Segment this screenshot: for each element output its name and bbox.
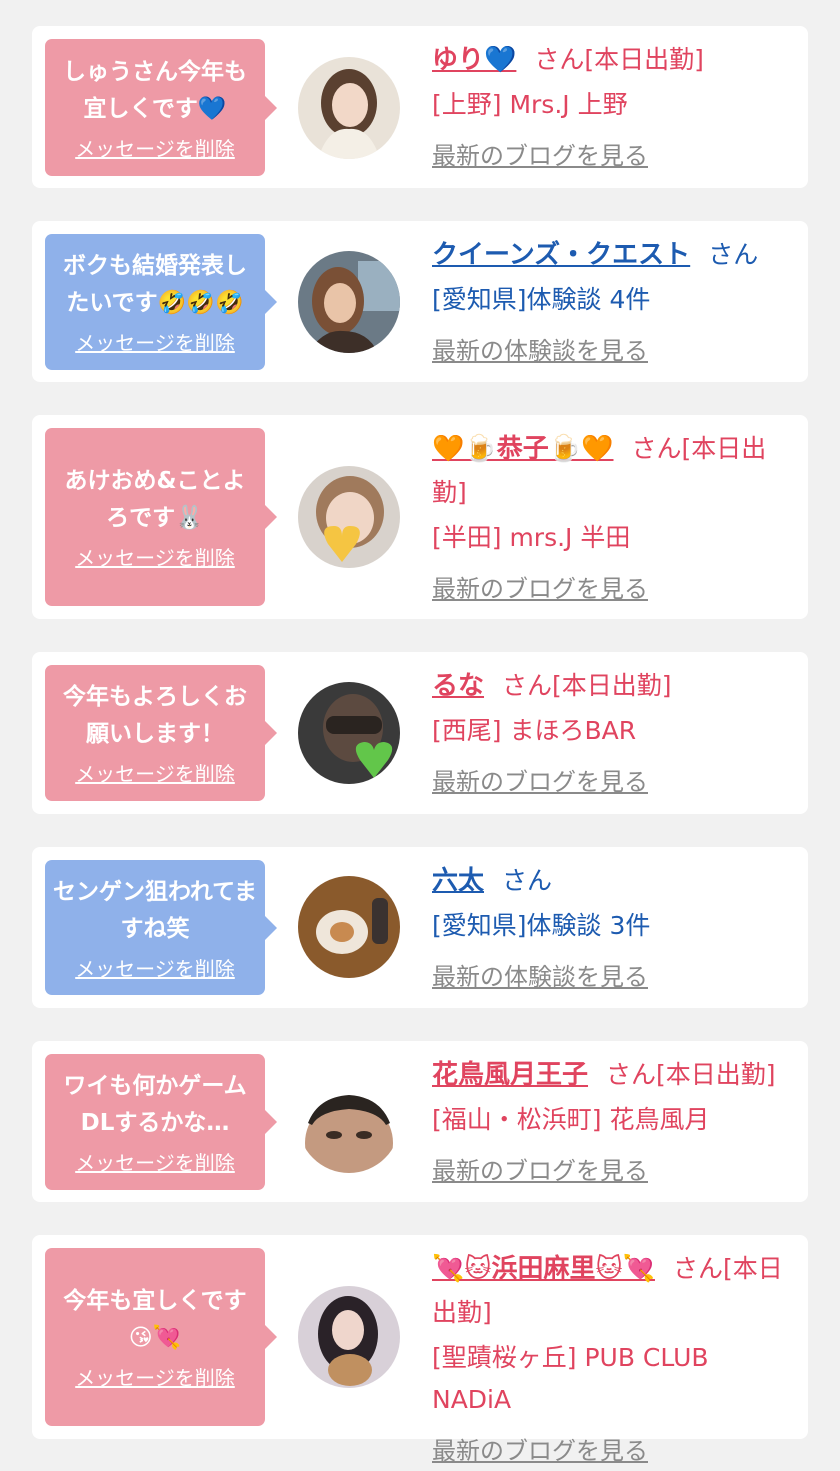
user-location: [上野] Mrs.J 上野 xyxy=(432,90,628,119)
latest-blog-link[interactable]: 最新のブログを見る xyxy=(432,569,794,609)
message-bubble: あけおめ&ことよろです🐰 メッセージを削除 xyxy=(45,428,277,606)
user-info: 💘🐱浜田麻里🐱💘 さん[本日出勤] [聖蹟桜ヶ丘] PUB CLUB NADiA … xyxy=(432,1247,794,1471)
message-text: あけおめ&ことよろです🐰 xyxy=(64,468,246,531)
latest-blog-link[interactable]: 最新のブログを見る xyxy=(432,1431,794,1471)
message-bubble: 今年もよろしくお願いします！ メッセージを削除 xyxy=(45,665,277,801)
name-suffix: さん[本日出勤] xyxy=(606,1060,776,1089)
delete-message-link[interactable]: メッセージを削除 xyxy=(75,330,235,356)
avatar[interactable] xyxy=(298,57,400,159)
user-name-link[interactable]: クイーンズ・クエスト xyxy=(432,240,690,270)
user-info: クイーンズ・クエスト さん [愛知県]体験談 4件 最新の体験談を見る xyxy=(432,233,794,371)
message-card: 今年も宜しくです😘💘 メッセージを削除 💘🐱浜田麻里🐱💘 さん[本日出勤] [聖蹟… xyxy=(32,1235,808,1465)
user-info: 🧡🍺恭子🍺🧡 さん[本日出勤] [半田] mrs.J 半田 最新のブログを見る xyxy=(432,427,794,609)
user-info: 六太 さん [愛知県]体験談 3件 最新の体験談を見る xyxy=(432,859,794,997)
message-card: あけおめ&ことよろです🐰 メッセージを削除 🧡🍺恭子🍺🧡 さん[本日出勤] [半田… xyxy=(32,415,808,619)
avatar[interactable] xyxy=(298,466,400,568)
delete-message-link[interactable]: メッセージを削除 xyxy=(75,545,235,571)
name-suffix: さん[本日出勤] xyxy=(534,45,704,74)
avatar[interactable] xyxy=(298,876,400,978)
message-list: しゅうさん今年も宜しくです💙 メッセージを削除 ゆり💙 さん[本日出勤] [上野]… xyxy=(0,0,840,1465)
user-name-link[interactable]: 💘🐱浜田麻里🐱💘 xyxy=(432,1254,655,1284)
delete-message-link[interactable]: メッセージを削除 xyxy=(75,956,235,982)
latest-blog-link[interactable]: 最新のブログを見る xyxy=(432,136,794,176)
user-location: [福山・松浜町] 花鳥風月 xyxy=(432,1105,710,1134)
message-bubble: 今年も宜しくです😘💘 メッセージを削除 xyxy=(45,1248,277,1426)
name-suffix: さん[本日出勤] xyxy=(502,671,672,700)
latest-review-link[interactable]: 最新の体験談を見る xyxy=(432,957,794,997)
message-text: ボクも結婚発表したいです🤣🤣🤣 xyxy=(63,253,247,316)
message-card: ワイも何かゲームDLするかな… メッセージを削除 花鳥風月王子 さん[本日出勤] … xyxy=(32,1041,808,1202)
delete-message-link[interactable]: メッセージを削除 xyxy=(75,136,235,162)
message-bubble: しゅうさん今年も宜しくです💙 メッセージを削除 xyxy=(45,39,277,176)
latest-review-link[interactable]: 最新の体験談を見る xyxy=(432,331,794,371)
name-suffix: さん xyxy=(708,240,759,269)
avatar[interactable] xyxy=(298,1286,400,1388)
message-bubble: ボクも結婚発表したいです🤣🤣🤣 メッセージを削除 xyxy=(45,234,277,370)
message-text: ワイも何かゲームDLするかな… xyxy=(63,1073,247,1136)
avatar[interactable] xyxy=(298,682,400,784)
message-card: ボクも結婚発表したいです🤣🤣🤣 メッセージを削除 クイーンズ・クエスト さん [愛… xyxy=(32,221,808,382)
latest-blog-link[interactable]: 最新のブログを見る xyxy=(432,1151,794,1191)
user-name-link[interactable]: 六太 xyxy=(432,866,484,896)
delete-message-link[interactable]: メッセージを削除 xyxy=(75,1150,235,1176)
user-location: [西尾] まほろBAR xyxy=(432,716,637,745)
message-card: センゲン狙われてますね笑 メッセージを削除 六太 さん [愛知県]体験談 3件 最… xyxy=(32,847,808,1008)
user-name-link[interactable]: るな xyxy=(432,671,484,701)
avatar[interactable] xyxy=(298,1071,400,1173)
message-card: 今年もよろしくお願いします！ メッセージを削除 るな さん[本日出勤] [西尾] … xyxy=(32,652,808,814)
user-location: [聖蹟桜ヶ丘] PUB CLUB NADiA xyxy=(432,1343,709,1414)
delete-message-link[interactable]: メッセージを削除 xyxy=(75,761,235,787)
message-bubble: センゲン狙われてますね笑 メッセージを削除 xyxy=(45,860,277,995)
user-name-link[interactable]: ゆり💙 xyxy=(432,45,516,75)
latest-blog-link[interactable]: 最新のブログを見る xyxy=(432,762,794,802)
user-location: [半田] mrs.J 半田 xyxy=(432,523,631,552)
message-text: 今年も宜しくです😘💘 xyxy=(63,1288,247,1351)
message-bubble: ワイも何かゲームDLするかな… メッセージを削除 xyxy=(45,1054,277,1190)
user-info: 花鳥風月王子 さん[本日出勤] [福山・松浜町] 花鳥風月 最新のブログを見る xyxy=(432,1053,794,1191)
delete-message-link[interactable]: メッセージを削除 xyxy=(75,1365,235,1391)
message-text: 今年もよろしくお願いします！ xyxy=(63,684,247,747)
message-text: センゲン狙われてますね笑 xyxy=(53,878,258,942)
message-card: しゅうさん今年も宜しくです💙 メッセージを削除 ゆり💙 さん[本日出勤] [上野]… xyxy=(32,26,808,188)
user-info: ゆり💙 さん[本日出勤] [上野] Mrs.J 上野 最新のブログを見る xyxy=(432,38,794,176)
avatar[interactable] xyxy=(298,251,400,353)
name-suffix: さん xyxy=(502,866,553,895)
message-text: しゅうさん今年も宜しくです💙 xyxy=(63,58,247,122)
user-name-link[interactable]: 花鳥風月王子 xyxy=(432,1060,588,1090)
user-name-link[interactable]: 🧡🍺恭子🍺🧡 xyxy=(432,434,614,464)
user-location: [愛知県]体験談 3件 xyxy=(432,911,651,940)
user-location: [愛知県]体験談 4件 xyxy=(432,285,651,314)
user-info: るな さん[本日出勤] [西尾] まほろBAR 最新のブログを見る xyxy=(432,664,794,802)
